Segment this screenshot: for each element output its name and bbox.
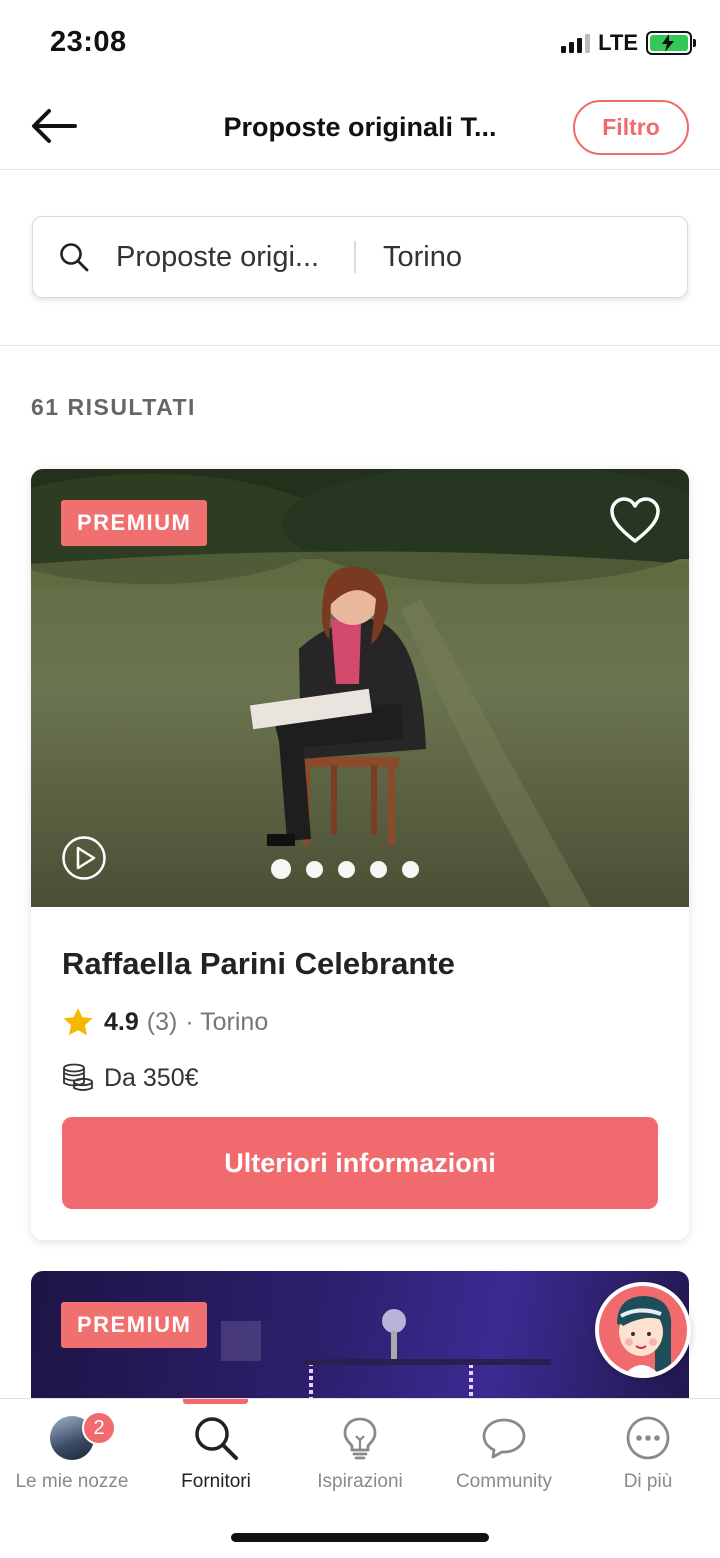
- tab-le-mie-nozze[interactable]: 2 Le mie nozze: [0, 1399, 144, 1499]
- search-bar[interactable]: Proposte origi... Torino: [32, 216, 688, 298]
- gallery-dot[interactable]: [370, 860, 387, 878]
- favorite-button[interactable]: [609, 497, 661, 545]
- navigation-bar: Proposte originali T... Filtro: [0, 88, 720, 170]
- search-location-input[interactable]: Torino: [383, 241, 462, 274]
- star-icon: [63, 1008, 93, 1036]
- gallery-dot[interactable]: [402, 860, 419, 878]
- vendor-card[interactable]: PREMIUM: [31, 1271, 689, 1411]
- arrow-left-icon: [32, 109, 77, 143]
- rating-value: 4.9: [104, 1007, 139, 1036]
- search-query-input[interactable]: Proposte origi...: [116, 241, 336, 274]
- vendor-rating: 4.9 (3) · Torino: [62, 1007, 268, 1037]
- review-count: (3): [146, 1007, 178, 1036]
- search-section: Proposte origi... Torino: [0, 170, 720, 346]
- video-play-button[interactable]: [61, 835, 107, 881]
- chat-bubble-icon: [480, 1415, 528, 1461]
- play-circle-icon: [62, 836, 106, 880]
- gallery-dot[interactable]: [338, 860, 355, 878]
- tab-ispirazioni[interactable]: Ispirazioni: [288, 1399, 432, 1499]
- filter-button[interactable]: Filtro: [573, 100, 689, 155]
- tab-fornitori[interactable]: Fornitori: [144, 1399, 288, 1499]
- premium-badge: PREMIUM: [61, 500, 208, 546]
- status-bar: 23:08 LTE: [0, 0, 720, 88]
- tab-label: Ispirazioni: [317, 1471, 403, 1492]
- status-indicators: LTE: [561, 30, 696, 56]
- more-info-button[interactable]: Ulteriori informazioni: [62, 1117, 658, 1209]
- battery-icon: [646, 31, 696, 55]
- lightbulb-icon: [336, 1415, 384, 1461]
- heart-icon: [610, 497, 660, 543]
- home-indicator: [231, 1533, 489, 1542]
- vendor-photo[interactable]: PREMIUM: [31, 469, 689, 907]
- search-divider: [354, 241, 356, 273]
- coins-icon: [63, 1063, 93, 1091]
- tab-label: Di più: [623, 1471, 673, 1492]
- back-button[interactable]: [28, 104, 80, 148]
- assistant-button[interactable]: [595, 1282, 691, 1378]
- gallery-dot[interactable]: [306, 860, 323, 878]
- status-time: 23:08: [50, 26, 127, 58]
- premium-badge: PREMIUM: [61, 1302, 208, 1348]
- price-label: Da 350€: [104, 1063, 199, 1092]
- signal-icon: [561, 33, 591, 53]
- more-icon: [624, 1415, 672, 1461]
- tab-label: Community: [455, 1471, 553, 1492]
- search-icon: [58, 241, 90, 273]
- tab-di-piu[interactable]: Di più: [576, 1399, 720, 1499]
- gallery-pagination: [271, 859, 419, 879]
- search-icon: [192, 1415, 240, 1461]
- assistant-avatar-icon: [599, 1286, 687, 1374]
- vendor-card[interactable]: PREMIUM Raffaella Parini Celebrante 4.9 …: [31, 469, 689, 1240]
- vendor-location: · Torino: [185, 1007, 269, 1036]
- results-count: 61 RISULTATI: [31, 394, 196, 420]
- gallery-dot[interactable]: [271, 859, 291, 879]
- tab-label: Fornitori: [181, 1471, 251, 1492]
- vendor-name[interactable]: Raffaella Parini Celebrante: [62, 946, 455, 982]
- tab-community[interactable]: Community: [432, 1399, 576, 1499]
- vendor-price: Da 350€: [62, 1063, 199, 1093]
- tab-label: Le mie nozze: [15, 1471, 129, 1492]
- network-label: LTE: [598, 30, 638, 55]
- notification-badge: 2: [82, 1411, 116, 1445]
